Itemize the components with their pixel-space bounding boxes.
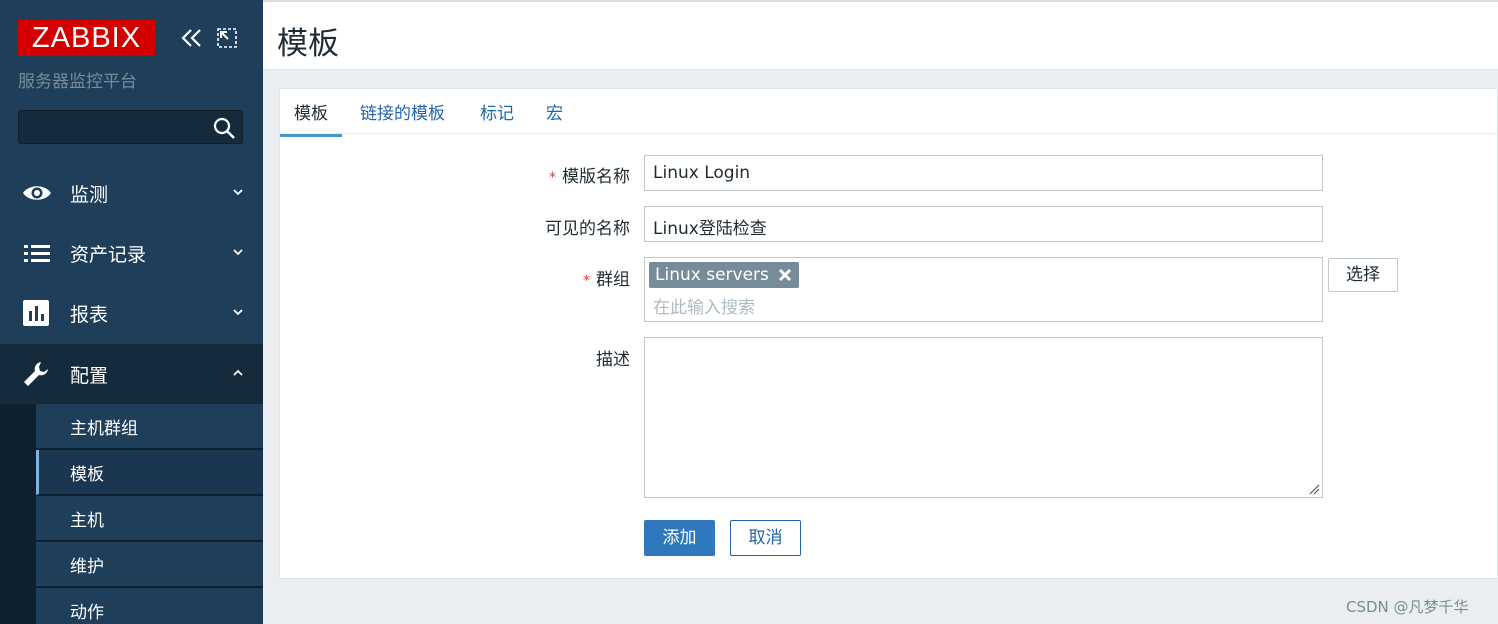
eye-icon bbox=[23, 186, 51, 200]
chevron-down-icon bbox=[233, 309, 243, 316]
tab-tags[interactable]: 标记 bbox=[480, 99, 514, 134]
tab-linked-templates[interactable]: 链接的模板 bbox=[360, 99, 445, 134]
menu-inventory[interactable]: 资产记录 bbox=[0, 223, 263, 283]
zabbix-logo[interactable]: ZABBIX bbox=[18, 20, 155, 56]
menu-reports[interactable]: 报表 bbox=[0, 283, 263, 343]
menu-label: 监测 bbox=[70, 184, 109, 206]
menu-label: 报表 bbox=[70, 304, 109, 326]
template-name-label: * 模版名称 bbox=[549, 167, 630, 187]
visible-name-input[interactable]: Linux登陆检查 bbox=[644, 206, 1323, 242]
submenu-templates[interactable]: 模板 bbox=[36, 450, 263, 495]
bar-chart-icon bbox=[23, 300, 49, 326]
menu-label: 配置 bbox=[70, 365, 109, 387]
sidebar: ZABBIX 服务器监控平台 监测 资产记录 报表 配置 主机群组 模板 主机 … bbox=[0, 0, 263, 624]
submenu-label: 主机 bbox=[70, 511, 104, 531]
submenu-label: 动作 bbox=[70, 603, 104, 623]
list-icon bbox=[24, 245, 50, 262]
menu-monitoring[interactable]: 监测 bbox=[0, 163, 263, 223]
tab-bar: 模板 链接的模板 标记 宏 bbox=[280, 89, 1497, 137]
kiosk-mode-icon[interactable] bbox=[216, 27, 238, 49]
chevron-up-icon bbox=[233, 369, 243, 376]
add-button[interactable]: 添加 bbox=[644, 520, 715, 556]
configuration-submenu: 主机群组 模板 主机 维护 动作 bbox=[0, 404, 263, 624]
submenu-label: 模板 bbox=[70, 465, 104, 485]
wrench-icon bbox=[24, 362, 48, 386]
search-icon[interactable] bbox=[212, 116, 236, 140]
select-groups-button[interactable]: 选择 bbox=[1328, 258, 1398, 292]
description-textarea[interactable] bbox=[644, 337, 1323, 498]
page-title: 模板 bbox=[277, 26, 339, 62]
submenu-actions[interactable]: 动作 bbox=[36, 588, 263, 624]
page-header: 模板 bbox=[263, 0, 1498, 70]
collapse-sidebar-icon[interactable] bbox=[180, 26, 204, 50]
submenu-label: 主机群组 bbox=[70, 419, 138, 439]
submenu-hosts[interactable]: 主机 bbox=[36, 496, 263, 541]
visible-name-label: 可见的名称 bbox=[545, 219, 630, 239]
sidebar-search-input[interactable] bbox=[18, 110, 243, 144]
groups-search-input[interactable]: 在此输入搜索 bbox=[653, 293, 755, 318]
chevron-down-icon bbox=[233, 249, 243, 256]
cancel-button[interactable]: 取消 bbox=[730, 520, 801, 556]
resize-handle-icon[interactable] bbox=[1308, 483, 1320, 495]
watermark: CSDN @凡梦千华 bbox=[1346, 598, 1469, 616]
group-chip-label: Linux servers bbox=[655, 265, 769, 285]
chevron-down-icon bbox=[233, 189, 243, 196]
tab-template[interactable]: 模板 bbox=[280, 99, 342, 137]
groups-label: * 群组 bbox=[583, 270, 630, 290]
submenu-label: 维护 bbox=[70, 557, 104, 577]
menu-configuration[interactable]: 配置 bbox=[0, 344, 263, 404]
required-marker: * bbox=[549, 170, 556, 186]
required-marker: * bbox=[583, 273, 590, 289]
tab-macros[interactable]: 宏 bbox=[546, 99, 563, 134]
group-chip: Linux servers bbox=[649, 262, 799, 288]
description-label: 描述 bbox=[596, 350, 630, 370]
submenu-maintenance[interactable]: 维护 bbox=[36, 542, 263, 587]
brand-subtitle: 服务器监控平台 bbox=[18, 72, 137, 92]
remove-icon[interactable] bbox=[777, 267, 793, 283]
template-name-input[interactable]: Linux Login bbox=[644, 155, 1323, 191]
template-form-panel: 模板 链接的模板 标记 宏 * 模版名称 Linux Login 可见的名称 Li… bbox=[279, 88, 1498, 579]
menu-label: 资产记录 bbox=[70, 244, 147, 266]
groups-multiselect[interactable]: Linux servers 在此输入搜索 bbox=[644, 257, 1323, 322]
submenu-host-groups[interactable]: 主机群组 bbox=[36, 404, 263, 449]
